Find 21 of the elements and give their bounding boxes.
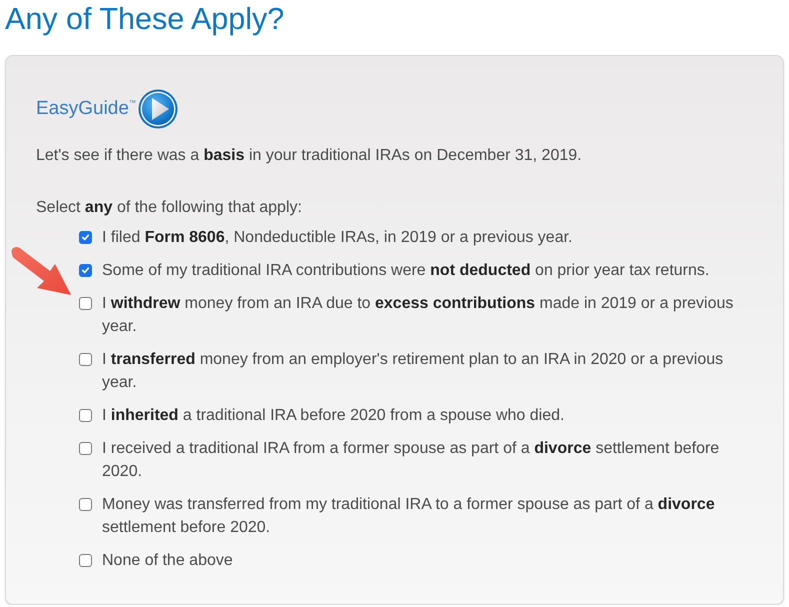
intro-text: Let's see if there was a basis in your traditional IRAs on December 31, 2019.	[36, 146, 583, 166]
option-label[interactable]: None of the above	[102, 549, 233, 572]
checkbox[interactable]	[79, 231, 92, 244]
instruction-text: Select any of the following that apply:	[36, 198, 303, 218]
checkbox[interactable]	[79, 297, 92, 310]
option-label[interactable]: I received a traditional IRA from a former spouse as part of a divorce settlement before 2020.	[102, 437, 738, 483]
option-label[interactable]: Money was transferred from my traditional IRA to a former spouse as part of a divorce settlement before 2020.	[102, 493, 738, 539]
play-icon	[138, 89, 178, 129]
option-label[interactable]: I transferred money from an employer's retirement plan to an IRA in 2020 or a previous year.	[102, 348, 738, 394]
checkbox[interactable]	[79, 353, 92, 366]
checkbox[interactable]	[79, 264, 92, 277]
checkbox[interactable]	[79, 498, 92, 511]
option-label[interactable]: I filed Form 8606, Nondeductible IRAs, in 2019 or a previous year.	[102, 226, 572, 249]
checkbox[interactable]	[79, 554, 92, 567]
option-label[interactable]: I withdrew money from an IRA due to excess contributions made in 2019 or a previous year.	[102, 292, 738, 338]
logo-text: EasyGuide$^{™}$	[36, 96, 136, 121]
checkbox[interactable]	[79, 409, 92, 422]
option-label[interactable]: I inherited a traditional IRA before 2020 from a spouse who died.	[102, 404, 564, 427]
option-label[interactable]: Some of my traditional IRA contributions were not deducted on prior year tax returns.	[102, 259, 710, 282]
page-heading: Any of These Apply?	[5, 1, 284, 38]
checkbox[interactable]	[79, 442, 92, 455]
